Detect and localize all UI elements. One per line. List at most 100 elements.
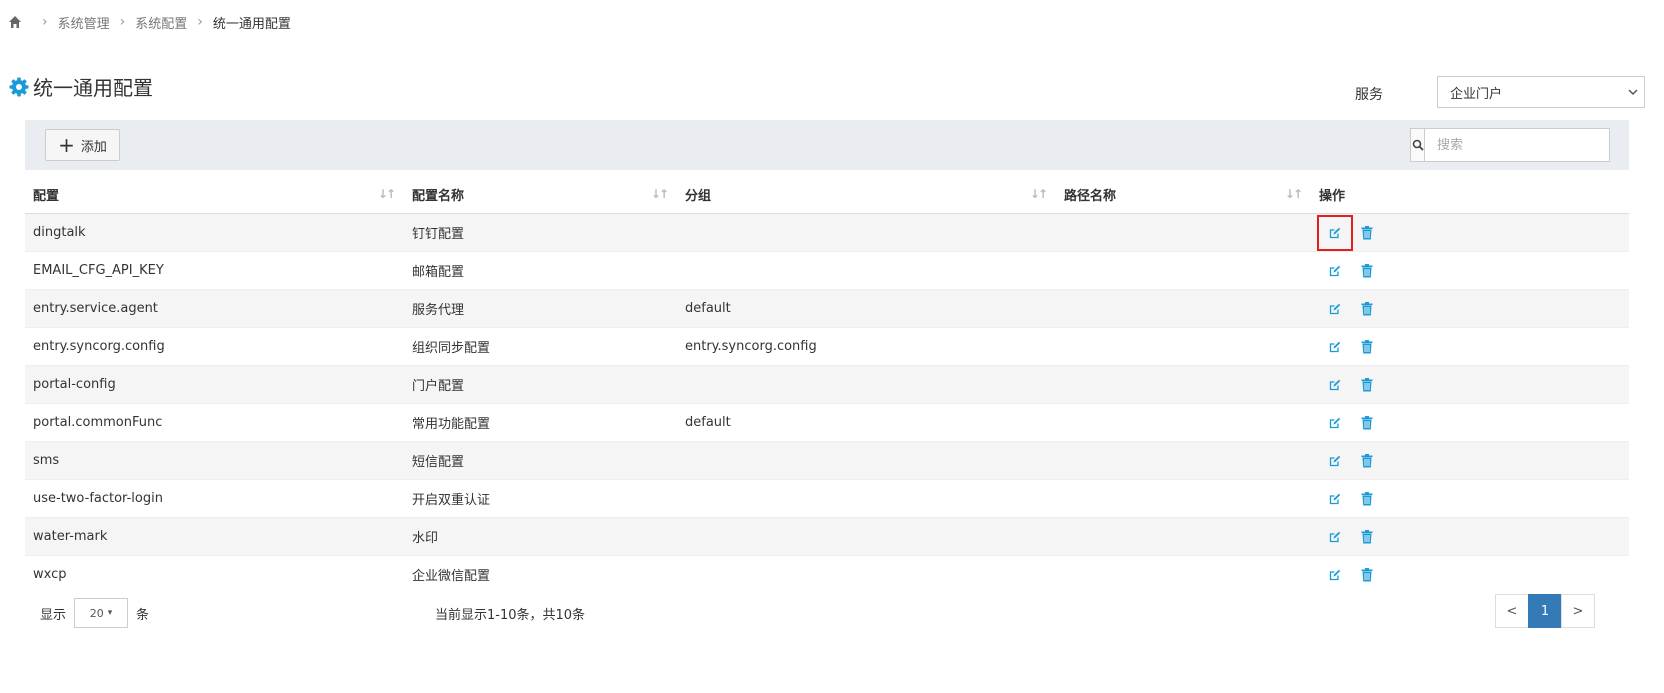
- page-size-select[interactable]: 20 ▾: [74, 598, 129, 628]
- edit-icon[interactable]: [1325, 565, 1345, 585]
- trash-icon[interactable]: [1357, 489, 1377, 509]
- row-actions: [1319, 565, 1621, 585]
- prev-page-button[interactable]: <: [1495, 594, 1529, 628]
- page-header: 统一通用配置: [9, 72, 153, 101]
- edit-icon[interactable]: [1325, 489, 1345, 509]
- trash-icon[interactable]: [1357, 299, 1377, 319]
- cell-config: dingtalk: [25, 213, 404, 252]
- table-row: wxcp 企业微信配置: [25, 555, 1629, 593]
- cell-name: 服务代理: [404, 289, 677, 328]
- cell-config: portal.commonFunc: [25, 403, 404, 442]
- table-row: portal-config 门户配置: [25, 365, 1629, 404]
- edit-icon[interactable]: [1325, 299, 1345, 319]
- search-input[interactable]: [1425, 129, 1609, 161]
- cell-config: entry.service.agent: [25, 289, 404, 328]
- row-actions: [1319, 261, 1621, 281]
- column-header-path[interactable]: 路径名称 ↓↑: [1056, 176, 1311, 214]
- search-box: [1410, 128, 1610, 162]
- row-actions: [1319, 337, 1621, 357]
- cell-group: [677, 517, 1056, 556]
- trash-icon[interactable]: [1357, 337, 1377, 357]
- breadcrumb-item-current: 统一通用配置: [212, 16, 291, 32]
- column-header-name[interactable]: 配置名称 ↓↑: [404, 176, 677, 214]
- sort-icon[interactable]: ↓↑: [1285, 187, 1303, 201]
- trash-icon[interactable]: [1357, 375, 1377, 395]
- cell-name: 水印: [404, 517, 677, 556]
- trash-icon[interactable]: [1357, 413, 1377, 433]
- cell-actions: [1311, 403, 1629, 442]
- table-row: sms 短信配置: [25, 441, 1629, 480]
- edit-icon[interactable]: [1325, 337, 1345, 357]
- cell-path: [1056, 251, 1311, 290]
- trash-icon[interactable]: [1357, 261, 1377, 281]
- table-row: water-mark 水印: [25, 517, 1629, 556]
- trash-icon[interactable]: [1357, 451, 1377, 471]
- sort-icon[interactable]: ↓↑: [1030, 187, 1048, 201]
- cell-group: [677, 213, 1056, 252]
- edit-icon[interactable]: [1325, 451, 1345, 471]
- cell-config: sms: [25, 441, 404, 480]
- cell-name: 常用功能配置: [404, 403, 677, 442]
- table-row: use-two-factor-login 开启双重认证: [25, 479, 1629, 518]
- cell-group: default: [677, 289, 1056, 328]
- cell-config: water-mark: [25, 517, 404, 556]
- edit-icon[interactable]: [1325, 261, 1345, 281]
- cell-group: [677, 251, 1056, 290]
- sort-icon[interactable]: ↓↑: [651, 187, 669, 201]
- config-table: 配置 ↓↑ 配置名称 ↓↑ 分组 ↓↑ 路径名称 ↓↑ 操作 dingtalk 钉钉配置 E…: [25, 176, 1629, 593]
- row-actions: [1319, 375, 1621, 395]
- cell-config: EMAIL_CFG_API_KEY: [25, 251, 404, 290]
- breadcrumb-separator: ›: [42, 14, 48, 30]
- page-size-control: 显示 20 ▾ 条: [40, 598, 149, 628]
- cell-name: 钉钉配置: [404, 213, 677, 252]
- table-row: EMAIL_CFG_API_KEY 邮箱配置: [25, 251, 1629, 290]
- column-header-group[interactable]: 分组 ↓↑: [677, 176, 1056, 214]
- service-select[interactable]: 企业门户: [1437, 76, 1645, 108]
- plus-icon: +: [58, 133, 75, 157]
- trash-icon[interactable]: [1357, 223, 1377, 243]
- sort-icon[interactable]: ↓↑: [378, 187, 396, 201]
- add-button-label: 添加: [80, 139, 107, 155]
- cell-actions: [1311, 327, 1629, 366]
- unit-label: 条: [136, 607, 150, 623]
- chevron-down-icon: [1628, 87, 1638, 100]
- trash-icon[interactable]: [1357, 527, 1377, 547]
- cell-group: [677, 441, 1056, 480]
- cell-group: [677, 479, 1056, 518]
- cell-actions: [1311, 479, 1629, 518]
- cell-actions: [1311, 555, 1629, 593]
- show-label: 显示: [40, 607, 67, 623]
- cell-path: [1056, 479, 1311, 518]
- search-icon[interactable]: [1411, 129, 1425, 161]
- page-button-1[interactable]: 1: [1528, 594, 1562, 628]
- row-actions: [1319, 451, 1621, 471]
- edit-icon[interactable]: [1325, 375, 1345, 395]
- column-header-config[interactable]: 配置 ↓↑: [25, 176, 404, 214]
- edit-icon[interactable]: [1325, 527, 1345, 547]
- edit-icon[interactable]: [1325, 413, 1345, 433]
- breadcrumb-item-system-config[interactable]: 系统配置: [135, 13, 187, 32]
- cell-actions: [1311, 213, 1629, 252]
- home-icon[interactable]: [8, 15, 22, 29]
- row-actions: [1317, 214, 1621, 251]
- cell-name: 企业微信配置: [404, 555, 677, 593]
- add-button[interactable]: + 添加: [45, 129, 120, 161]
- cell-path: [1056, 213, 1311, 252]
- breadcrumb: › 系统管理 › 系统配置 › 统一通用配置: [8, 13, 291, 32]
- cell-path: [1056, 403, 1311, 442]
- cell-path: [1056, 327, 1311, 366]
- row-actions: [1319, 527, 1621, 547]
- service-label: 服务: [1355, 87, 1383, 103]
- cell-config: entry.syncorg.config: [25, 327, 404, 366]
- cell-group: [677, 365, 1056, 404]
- trash-icon[interactable]: [1357, 565, 1377, 585]
- cell-config: wxcp: [25, 555, 404, 593]
- cell-group: entry.syncorg.config: [677, 327, 1056, 366]
- edit-icon[interactable]: [1317, 214, 1353, 251]
- table-toolbar: + 添加: [25, 120, 1629, 170]
- cell-actions: [1311, 365, 1629, 404]
- breadcrumb-item-system-management[interactable]: 系统管理: [58, 13, 110, 32]
- cell-name: 短信配置: [404, 441, 677, 480]
- table-row: dingtalk 钉钉配置: [25, 213, 1629, 252]
- next-page-button[interactable]: >: [1561, 594, 1595, 628]
